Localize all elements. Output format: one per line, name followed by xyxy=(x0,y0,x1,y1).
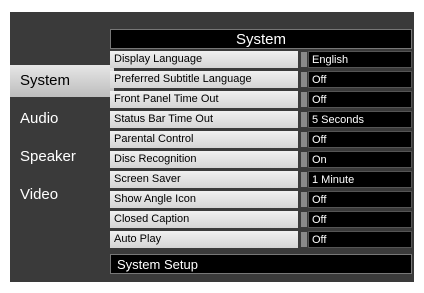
setting-label: Front Panel Time Out xyxy=(110,91,298,108)
setting-label: Display Language xyxy=(110,51,298,68)
setting-label: Show Angle Icon xyxy=(110,191,298,208)
setting-label: Parental Control xyxy=(110,131,298,148)
setting-value[interactable]: On xyxy=(308,151,412,168)
setting-label: Disc Recognition xyxy=(110,151,298,168)
setting-value[interactable]: Off xyxy=(308,191,412,208)
setting-row-screen-saver[interactable]: Screen Saver 1 Minute xyxy=(110,171,412,188)
setting-label: Status Bar Time Out xyxy=(110,111,298,128)
row-marker xyxy=(301,152,307,167)
help-footer: System Setup xyxy=(110,254,412,274)
row-marker xyxy=(301,192,307,207)
setting-label: Auto Play xyxy=(110,231,298,248)
setting-row-auto-play[interactable]: Auto Play Off xyxy=(110,231,412,248)
panel-title: System xyxy=(110,29,412,49)
setting-row-front-panel-time-out[interactable]: Front Panel Time Out Off xyxy=(110,91,412,108)
setting-value[interactable]: 5 Seconds xyxy=(308,111,412,128)
settings-panel: System Display Language English Preferre… xyxy=(110,29,412,277)
setting-value[interactable]: Off xyxy=(308,71,412,88)
setting-value[interactable]: Off xyxy=(308,91,412,108)
row-marker xyxy=(301,92,307,107)
setting-value[interactable]: 1 Minute xyxy=(308,171,412,188)
setting-value[interactable]: English xyxy=(308,51,412,68)
setting-row-parental-control[interactable]: Parental Control Off xyxy=(110,131,412,148)
row-marker xyxy=(301,212,307,227)
tab-speaker[interactable]: Speaker xyxy=(10,141,114,173)
setting-label: Closed Caption xyxy=(110,211,298,228)
row-marker xyxy=(301,172,307,187)
tab-system[interactable]: System xyxy=(10,65,114,97)
setting-value[interactable]: Off xyxy=(308,211,412,228)
row-marker xyxy=(301,232,307,247)
row-marker xyxy=(301,112,307,127)
row-marker xyxy=(301,52,307,67)
setting-label: Screen Saver xyxy=(110,171,298,188)
setting-row-disc-recognition[interactable]: Disc Recognition On xyxy=(110,151,412,168)
setting-label: Preferred Subtitle Language xyxy=(110,71,298,88)
row-marker xyxy=(301,132,307,147)
row-marker xyxy=(301,72,307,87)
tab-video[interactable]: Video xyxy=(10,179,114,211)
setting-value[interactable]: Off xyxy=(308,131,412,148)
setting-row-preferred-subtitle-language[interactable]: Preferred Subtitle Language Off xyxy=(110,71,412,88)
setting-value[interactable]: Off xyxy=(308,231,412,248)
tab-audio[interactable]: Audio xyxy=(10,103,114,135)
setup-menu-screen: System Audio Speaker Video System Displa… xyxy=(10,12,414,282)
setting-row-closed-caption[interactable]: Closed Caption Off xyxy=(110,211,412,228)
setting-row-status-bar-time-out[interactable]: Status Bar Time Out 5 Seconds xyxy=(110,111,412,128)
setting-row-display-language[interactable]: Display Language English xyxy=(110,51,412,68)
setting-row-show-angle-icon[interactable]: Show Angle Icon Off xyxy=(110,191,412,208)
